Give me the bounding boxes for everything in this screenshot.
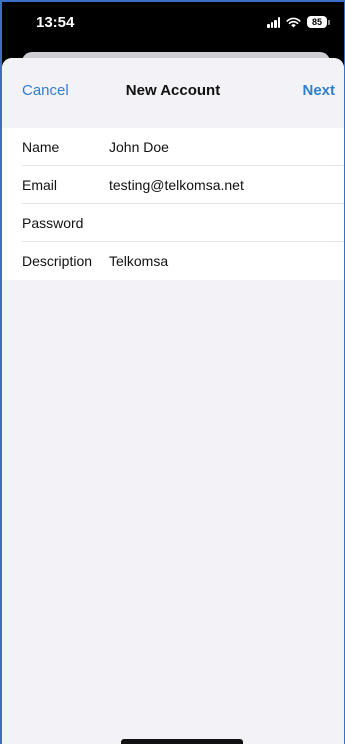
email-label: Email: [22, 177, 58, 193]
name-label: Name: [22, 139, 60, 155]
new-account-sheet: Cancel New Account Next Name Email Passw…: [2, 58, 344, 744]
home-indicator[interactable]: [121, 739, 243, 744]
navigation-bar: Cancel New Account Next: [2, 58, 344, 128]
name-row[interactable]: Name: [2, 128, 344, 166]
description-field[interactable]: [109, 253, 344, 269]
next-button[interactable]: Next: [302, 82, 335, 99]
name-field[interactable]: [109, 139, 344, 155]
password-field[interactable]: [109, 215, 344, 231]
email-field[interactable]: [109, 177, 344, 193]
email-row[interactable]: Email: [2, 166, 344, 204]
status-icons: 85: [267, 16, 330, 28]
description-label: Description: [22, 253, 93, 269]
account-form: Name Email Password Description: [2, 128, 344, 280]
description-row[interactable]: Description: [2, 242, 344, 280]
password-row[interactable]: Password: [2, 204, 344, 242]
signal-icon: [267, 16, 280, 28]
status-time: 13:54: [36, 14, 75, 31]
battery-level: 85: [307, 16, 327, 28]
page-title: New Account: [125, 82, 221, 99]
battery-icon: 85: [307, 16, 330, 28]
wifi-icon: [286, 17, 301, 28]
phone-frame: 13:54 85 Cancel New Account Next Name Jo…: [0, 0, 345, 744]
password-label: Password: [22, 215, 84, 231]
